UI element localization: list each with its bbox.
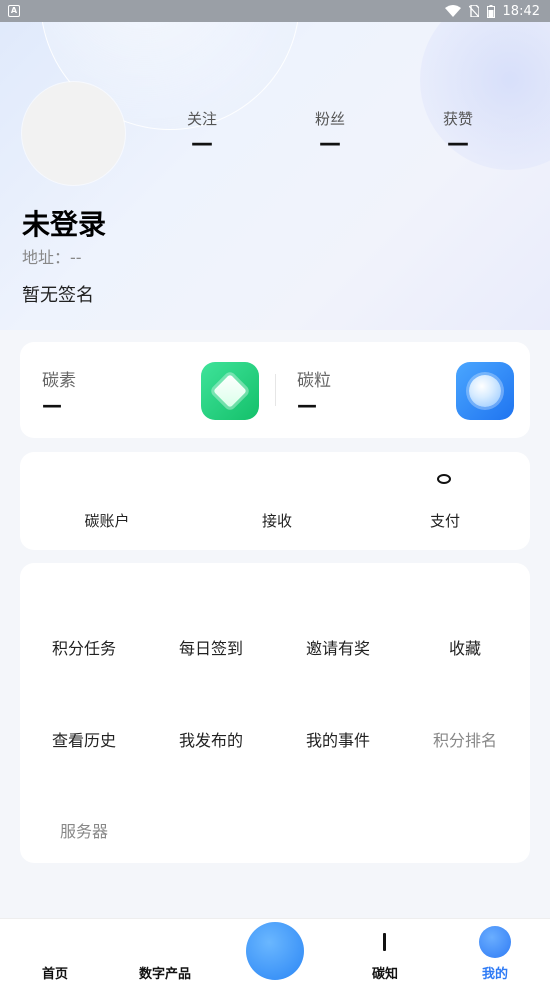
currency-label: 碳粒 [297, 371, 331, 391]
menu-history[interactable]: 查看历史 [24, 727, 144, 751]
stat-value: — [447, 131, 469, 156]
avatar[interactable] [22, 82, 125, 185]
app-notification-icon: A [8, 5, 20, 17]
menu-my-posts[interactable]: 我发布的 [151, 727, 271, 751]
mine-icon[interactable] [479, 926, 511, 958]
account-actions-card: 碳账户 接收 支付 [20, 452, 530, 550]
username[interactable]: 未登录 [22, 203, 106, 243]
menu-card: 积分任务 每日签到 邀请有奖 收藏 查看历史 我发布的 我的事件 积分排名 服务… [20, 563, 530, 863]
battery-icon [486, 4, 495, 18]
divider [275, 374, 276, 406]
stat-value: — [191, 131, 213, 156]
tab-digital-products[interactable]: 数字产品 [125, 963, 205, 982]
currency-card: 碳素 — 碳粒 — [20, 342, 530, 438]
stat-likes[interactable]: 获赞 — [418, 108, 498, 157]
center-action-button[interactable] [246, 922, 304, 980]
signature: 暂无签名 [22, 285, 94, 306]
currency-value: — [42, 393, 62, 417]
tab-carbon-knowledge[interactable]: 碳知 [345, 963, 425, 982]
pay-button[interactable]: 支付 [395, 510, 495, 531]
stat-label: 关注 [186, 110, 217, 128]
stat-value: — [319, 131, 341, 156]
menu-invite-rewards[interactable]: 邀请有奖 [278, 635, 398, 659]
status-bar: A 18:42 [0, 0, 550, 22]
menu-daily-checkin[interactable]: 每日签到 [151, 635, 271, 659]
carbon-knowledge-icon[interactable] [383, 933, 386, 951]
stat-followers[interactable]: 粉丝 — [290, 108, 370, 157]
green-diamond-icon[interactable] [201, 362, 259, 420]
blue-orb-icon[interactable] [456, 362, 514, 420]
carbon-account-button[interactable]: 碳账户 [57, 510, 157, 531]
menu-my-events[interactable]: 我的事件 [278, 727, 398, 751]
stat-following[interactable]: 关注 — [162, 108, 242, 157]
menu-points-ranking[interactable]: 积分排名 [405, 727, 525, 751]
stat-label: 获赞 [442, 110, 473, 128]
receive-button[interactable]: 接收 [227, 510, 327, 531]
menu-server[interactable]: 服务器 [24, 818, 144, 842]
currency-label: 碳素 [42, 371, 76, 391]
menu-points-tasks[interactable]: 积分任务 [24, 635, 144, 659]
address: 地址：-- [22, 248, 82, 267]
currency-carbon-element[interactable]: 碳素 — [42, 366, 76, 417]
tab-home[interactable]: 首页 [15, 963, 95, 982]
no-sim-icon [468, 5, 479, 17]
pay-icon[interactable] [437, 474, 451, 484]
clock: 18:42 [502, 3, 540, 19]
currency-value: — [297, 393, 317, 417]
stat-label: 粉丝 [314, 110, 345, 128]
wifi-icon [444, 5, 461, 17]
currency-carbon-particle[interactable]: 碳粒 — [297, 366, 331, 417]
menu-favorites[interactable]: 收藏 [405, 635, 525, 659]
tab-mine[interactable]: 我的 [455, 963, 535, 982]
